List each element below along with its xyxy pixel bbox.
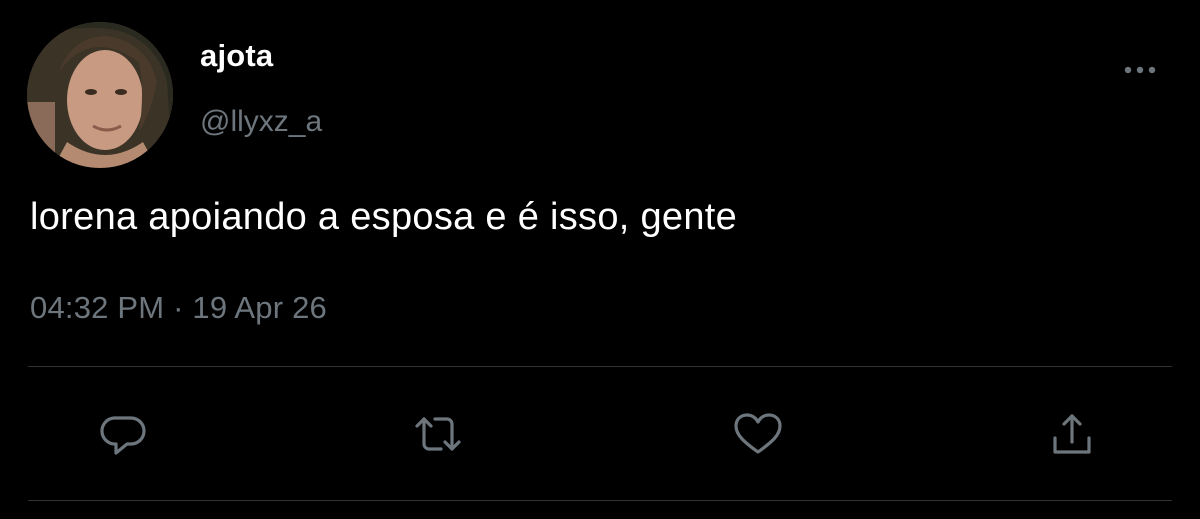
divider — [28, 366, 1172, 367]
user-handle[interactable]: @llyxz_a — [200, 105, 322, 139]
avatar-image — [27, 22, 173, 168]
divider — [28, 500, 1172, 501]
more-horizontal-icon — [1124, 66, 1156, 74]
heart-icon — [734, 413, 782, 454]
like-button[interactable] — [730, 406, 786, 462]
tweet-text: lorena apoiando a esposa e é isso, gente — [30, 196, 738, 238]
share-icon — [1053, 414, 1091, 454]
reply-icon — [100, 416, 146, 455]
more-options-button[interactable] — [1118, 58, 1162, 82]
avatar[interactable] — [27, 22, 173, 168]
share-button[interactable] — [1045, 406, 1101, 462]
display-name[interactable]: ajota — [200, 38, 273, 74]
retweet-button[interactable] — [410, 406, 466, 462]
reply-button[interactable] — [97, 406, 153, 462]
retweet-icon — [415, 417, 461, 451]
tweet-timestamp[interactable]: 04:32 PM · 19 Apr 26 — [30, 290, 327, 326]
